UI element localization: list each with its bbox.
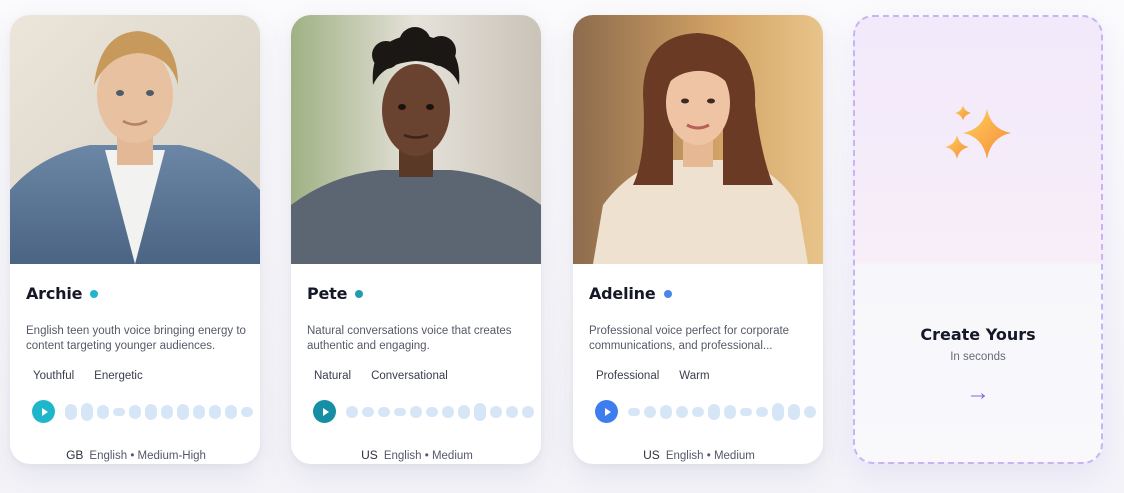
audio-player: [32, 400, 253, 423]
language-pitch: English • Medium: [383, 450, 473, 462]
waveform-bar: [474, 402, 486, 421]
waveform-bar: [209, 404, 221, 419]
arrow-right-icon[interactable]: →: [855, 379, 1101, 407]
adeline-photo: [573, 15, 823, 264]
waveform-bar: [458, 404, 470, 419]
voice-description: Professional voice perfect for corporate…: [589, 325, 790, 352]
waveform-bar: [442, 405, 454, 418]
play-button[interactable]: [595, 400, 618, 423]
waveform-bar: [724, 404, 736, 419]
waveform-bar: [129, 404, 141, 419]
voice-meta: GB English • Medium-High: [26, 448, 246, 462]
voice-gallery: Archie English teen youth voice bringing…: [0, 0, 1124, 493]
tag-natural: Natural: [307, 367, 359, 385]
waveform-bar: [177, 403, 189, 420]
waveform-bar: [426, 406, 438, 417]
language-pitch: English • Medium-High: [89, 450, 206, 462]
status-dot: [90, 289, 99, 298]
waveform-bar: [113, 407, 125, 416]
waveform-bar: [644, 405, 656, 418]
audio-player: [595, 400, 816, 423]
play-icon: [41, 407, 48, 416]
waveform-bar: [193, 404, 205, 419]
waveform-bar: [708, 403, 720, 420]
waveform-bar: [628, 407, 640, 416]
tag-conversational: Conversational: [364, 367, 455, 385]
play-icon: [322, 407, 329, 416]
waveform-bar: [522, 405, 534, 418]
waveform-bar: [772, 402, 784, 421]
waveform-bar: [804, 405, 816, 418]
status-dot: [355, 289, 364, 298]
waveform-bar: [97, 404, 109, 419]
waveform-bar: [145, 403, 157, 420]
voice-description: English teen youth voice bringing energy…: [26, 325, 246, 352]
play-icon: [604, 407, 611, 416]
waveform-bar: [346, 405, 358, 418]
waveform-bar: [740, 407, 752, 416]
voice-card-pete[interactable]: Pete Natural conversations voice that cr…: [291, 15, 541, 464]
tag-warm: Warm: [672, 367, 717, 385]
status-dot: [663, 289, 672, 298]
voice-meta: US English • Medium: [589, 448, 809, 462]
waveform-bar: [756, 406, 768, 417]
audio-player: [313, 400, 534, 423]
voice-name: Pete: [307, 284, 348, 303]
waveform-bar: [241, 406, 253, 417]
waveform-bar: [225, 404, 237, 419]
archie-photo: [10, 15, 260, 264]
voice-description: Natural conversations voice that creates…: [307, 325, 512, 352]
waveform-bar: [506, 405, 518, 418]
waveform-bar: [81, 402, 93, 421]
waveform-bar: [788, 403, 800, 420]
voice-card-adeline[interactable]: Adeline Professional voice perfect for c…: [573, 15, 823, 464]
waveform-bar: [65, 403, 77, 420]
country-code: US: [643, 448, 660, 462]
country-code: US: [361, 448, 378, 462]
sparkles-icon: [941, 101, 1021, 186]
waveform-bar: [378, 406, 390, 417]
waveform-bar: [410, 405, 422, 418]
play-button[interactable]: [313, 400, 336, 423]
tag-youthful: Youthful: [26, 367, 82, 385]
voice-name: Archie: [26, 284, 83, 303]
create-subtitle: In seconds: [950, 351, 1006, 363]
waveform-bar: [161, 404, 173, 419]
waveform-bar: [394, 407, 406, 416]
waveform-bar: [676, 405, 688, 418]
tag-professional: Professional: [589, 367, 667, 385]
waveform-bar: [660, 404, 672, 419]
tag-energetic: Energetic: [87, 367, 150, 385]
voice-card-archie[interactable]: Archie English teen youth voice bringing…: [10, 15, 260, 464]
voice-meta: US English • Medium: [307, 448, 527, 462]
waveform-bar: [692, 406, 704, 417]
create-voice-card[interactable]: Create Yours In seconds →: [853, 15, 1103, 464]
create-title: Create Yours: [920, 325, 1036, 344]
waveform-bar: [490, 405, 502, 418]
language-pitch: English • Medium: [665, 450, 755, 462]
waveform-bar: [362, 406, 374, 417]
voice-name: Adeline: [589, 284, 656, 303]
pete-photo: [291, 15, 541, 264]
play-button[interactable]: [32, 400, 55, 423]
country-code: GB: [66, 448, 84, 462]
